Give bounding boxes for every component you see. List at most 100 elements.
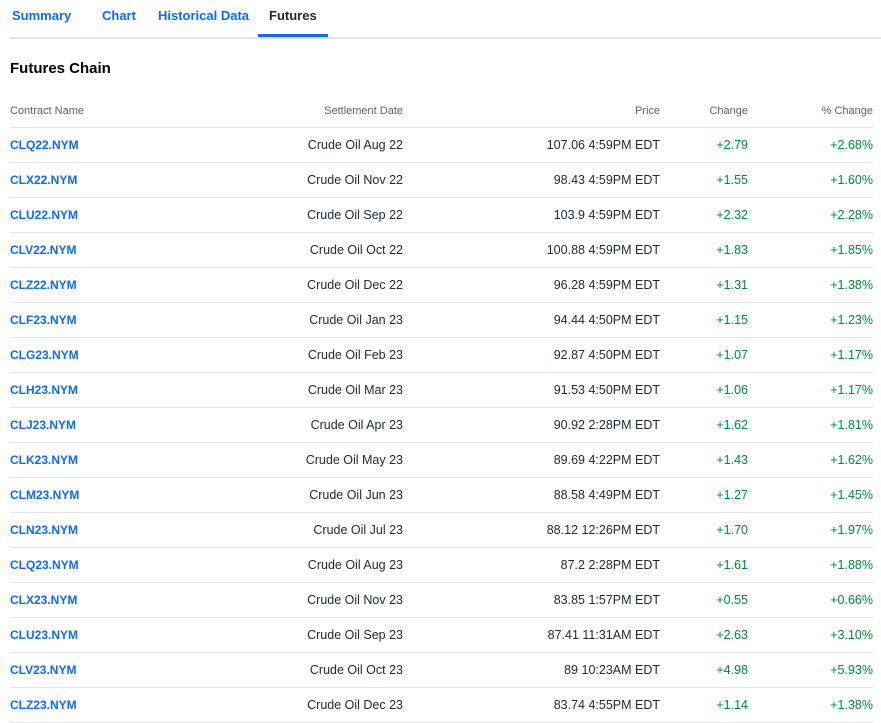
settlement-date-cell: Crude Oil Dec 22 (190, 267, 403, 303)
pct-change-cell: +1.17% (748, 372, 873, 408)
change-cell: +0.55 (660, 582, 748, 618)
contract-link[interactable]: CLV22.NYM (10, 243, 76, 257)
price-cell: 90.92 2:28PM EDT (403, 407, 660, 443)
change-cell: +1.62 (660, 407, 748, 443)
quote-nav-tabs: Summary Chart Historical Data Futures (10, 0, 881, 39)
contract-link[interactable]: CLX23.NYM (10, 593, 77, 607)
change-cell: +4.98 (660, 652, 748, 688)
contract-link[interactable]: CLZ22.NYM (10, 278, 77, 292)
table-row: CLN23.NYM Crude Oil Jul 23 88.12 12:26PM… (10, 512, 873, 548)
contract-name-cell: CLZ22.NYM (10, 267, 190, 303)
contract-link[interactable]: CLV23.NYM (10, 663, 76, 677)
price-cell: 87.41 11:31AM EDT (403, 617, 660, 653)
table-header: Contract Name Settlement Date Price Chan… (10, 94, 873, 128)
price-cell: 96.28 4:59PM EDT (403, 267, 660, 303)
price-cell: 94.44 4:50PM EDT (403, 302, 660, 338)
contract-name-cell: CLV22.NYM (10, 232, 190, 268)
pct-change-cell: +1.85% (748, 232, 873, 268)
pct-change-cell: +0.66% (748, 582, 873, 618)
price-cell: 88.58 4:49PM EDT (403, 477, 660, 513)
price-cell: 89.69 4:22PM EDT (403, 442, 660, 478)
settlement-date-cell: Crude Oil Sep 23 (190, 617, 403, 653)
change-cell: +1.14 (660, 687, 748, 723)
contract-name-cell: CLQ22.NYM (10, 127, 190, 163)
contract-name-cell: CLX23.NYM (10, 582, 190, 618)
contract-link[interactable]: CLJ23.NYM (10, 418, 76, 432)
tab-historical-data[interactable]: Historical Data (158, 0, 249, 37)
table-row: CLF23.NYM Crude Oil Jan 23 94.44 4:50PM … (10, 302, 873, 338)
contract-name-cell: CLK23.NYM (10, 442, 190, 478)
contract-link[interactable]: CLQ22.NYM (10, 138, 79, 152)
futures-chain-table: Contract Name Settlement Date Price Chan… (10, 94, 873, 723)
change-cell: +1.27 (660, 477, 748, 513)
section-title: Futures Chain (10, 60, 111, 77)
contract-link[interactable]: CLH23.NYM (10, 383, 78, 397)
table-row: CLV22.NYM Crude Oil Oct 22 100.88 4:59PM… (10, 232, 873, 268)
table-row: CLU22.NYM Crude Oil Sep 22 103.9 4:59PM … (10, 197, 873, 233)
contract-link[interactable]: CLK23.NYM (10, 453, 78, 467)
price-cell: 87.2 2:28PM EDT (403, 547, 660, 583)
contract-name-cell: CLN23.NYM (10, 512, 190, 548)
table-row: CLQ23.NYM Crude Oil Aug 23 87.2 2:28PM E… (10, 547, 873, 583)
settlement-date-cell: Crude Oil Jul 23 (190, 512, 403, 548)
pct-change-cell: +2.28% (748, 197, 873, 233)
table-row: CLV23.NYM Crude Oil Oct 23 89 10:23AM ED… (10, 652, 873, 688)
contract-link[interactable]: CLX22.NYM (10, 173, 77, 187)
price-cell: 83.74 4:55PM EDT (403, 687, 660, 723)
pct-change-cell: +1.38% (748, 267, 873, 303)
table-row: CLH23.NYM Crude Oil Mar 23 91.53 4:50PM … (10, 372, 873, 408)
settlement-date-cell: Crude Oil Nov 22 (190, 162, 403, 198)
contract-name-cell: CLU23.NYM (10, 617, 190, 653)
change-cell: +2.63 (660, 617, 748, 653)
change-cell: +1.07 (660, 337, 748, 373)
column-header-settlement-date: Settlement Date (190, 94, 403, 128)
table-row: CLU23.NYM Crude Oil Sep 23 87.41 11:31AM… (10, 617, 873, 653)
pct-change-cell: +5.93% (748, 652, 873, 688)
contract-name-cell: CLJ23.NYM (10, 407, 190, 443)
contract-link[interactable]: CLN23.NYM (10, 523, 78, 537)
settlement-date-cell: Crude Oil Jun 23 (190, 477, 403, 513)
settlement-date-cell: Crude Oil Oct 23 (190, 652, 403, 688)
contract-name-cell: CLU22.NYM (10, 197, 190, 233)
tab-chart[interactable]: Chart (102, 0, 136, 37)
table-header-row: Contract Name Settlement Date Price Chan… (10, 94, 873, 128)
pct-change-cell: +1.62% (748, 442, 873, 478)
contract-link[interactable]: CLQ23.NYM (10, 558, 79, 572)
change-cell: +2.32 (660, 197, 748, 233)
settlement-date-cell: Crude Oil Aug 22 (190, 127, 403, 163)
contract-link[interactable]: CLZ23.NYM (10, 698, 77, 712)
contract-name-cell: CLZ23.NYM (10, 687, 190, 723)
price-cell: 91.53 4:50PM EDT (403, 372, 660, 408)
settlement-date-cell: Crude Oil Nov 23 (190, 582, 403, 618)
contract-name-cell: CLQ23.NYM (10, 547, 190, 583)
settlement-date-cell: Crude Oil Oct 22 (190, 232, 403, 268)
contract-link[interactable]: CLM23.NYM (10, 488, 79, 502)
table-row: CLZ22.NYM Crude Oil Dec 22 96.28 4:59PM … (10, 267, 873, 303)
contract-link[interactable]: CLU23.NYM (10, 628, 78, 642)
column-header-price: Price (403, 94, 660, 128)
pct-change-cell: +1.81% (748, 407, 873, 443)
pct-change-cell: +1.45% (748, 477, 873, 513)
contract-name-cell: CLX22.NYM (10, 162, 190, 198)
contract-link[interactable]: CLF23.NYM (10, 313, 77, 327)
tab-futures[interactable]: Futures (258, 0, 328, 37)
table-row: CLJ23.NYM Crude Oil Apr 23 90.92 2:28PM … (10, 407, 873, 443)
change-cell: +2.79 (660, 127, 748, 163)
pct-change-cell: +2.68% (748, 127, 873, 163)
tab-summary[interactable]: Summary (12, 0, 71, 37)
settlement-date-cell: Crude Oil Sep 22 (190, 197, 403, 233)
pct-change-cell: +1.60% (748, 162, 873, 198)
change-cell: +1.83 (660, 232, 748, 268)
settlement-date-cell: Crude Oil Aug 23 (190, 547, 403, 583)
settlement-date-cell: Crude Oil Mar 23 (190, 372, 403, 408)
pct-change-cell: +1.23% (748, 302, 873, 338)
column-header-contract-name: Contract Name (10, 94, 190, 128)
settlement-date-cell: Crude Oil Feb 23 (190, 337, 403, 373)
contract-name-cell: CLF23.NYM (10, 302, 190, 338)
price-cell: 100.88 4:59PM EDT (403, 232, 660, 268)
settlement-date-cell: Crude Oil Apr 23 (190, 407, 403, 443)
change-cell: +1.61 (660, 547, 748, 583)
contract-link[interactable]: CLG23.NYM (10, 348, 79, 362)
contract-link[interactable]: CLU22.NYM (10, 208, 78, 222)
change-cell: +1.55 (660, 162, 748, 198)
